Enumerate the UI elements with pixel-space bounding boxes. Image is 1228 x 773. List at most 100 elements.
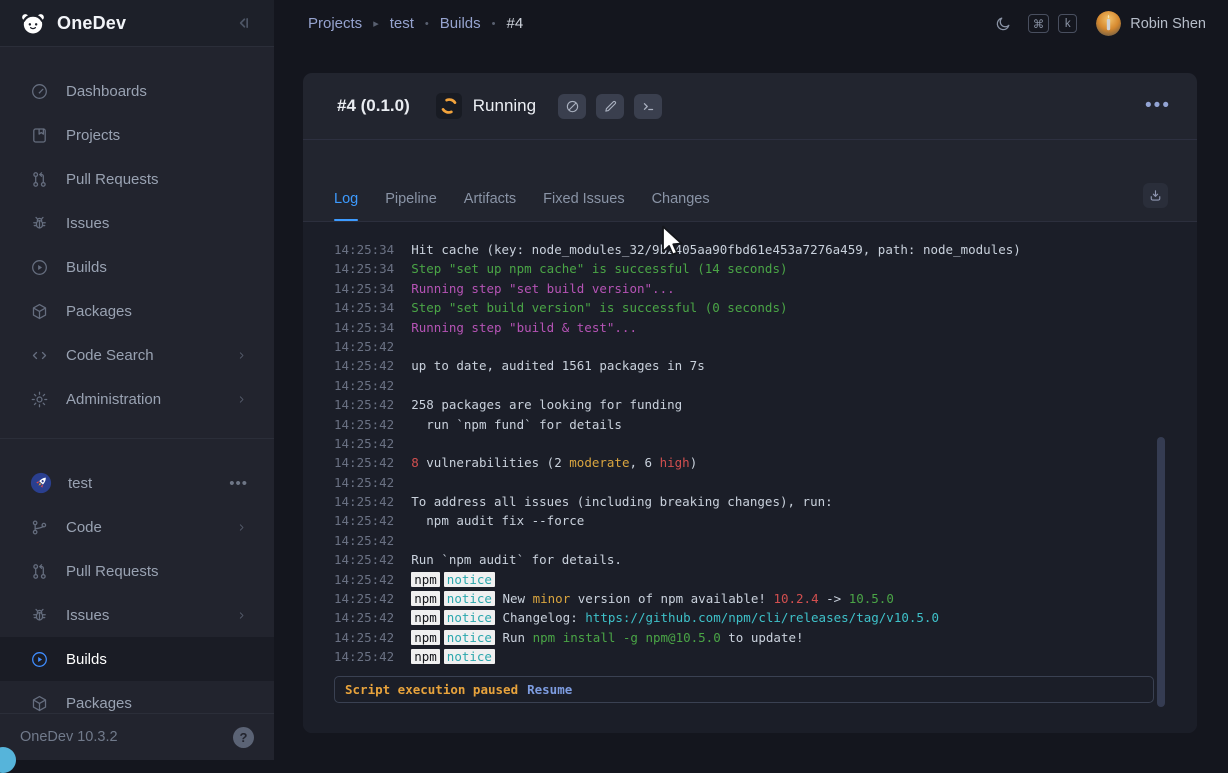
log-message: 258 packages are looking for funding: [411, 395, 682, 414]
log-line: 14:25:42 run `npm fund` for details: [334, 415, 1197, 434]
npm-badge: npm: [411, 572, 440, 587]
log-line: 14:25:42Run `npm audit` for details.: [334, 550, 1197, 569]
app-title: OneDev: [57, 13, 126, 34]
log-message: To address all issues (including breakin…: [411, 492, 832, 511]
book-icon: [30, 126, 49, 145]
sidebar-item-project-pull-requests[interactable]: Pull Requests: [0, 549, 274, 593]
play-circle-icon: [30, 258, 49, 277]
pencil-icon: [603, 99, 618, 114]
breadcrumb-test[interactable]: test: [390, 15, 414, 32]
package-icon: [30, 302, 49, 321]
log-line: 14:25:42npmnotice: [334, 570, 1197, 589]
log-message: npm notice: [411, 647, 495, 666]
breadcrumb-builds[interactable]: Builds: [440, 15, 481, 32]
log-timestamp: 14:25:42: [334, 647, 394, 666]
log-message: npmnotice Run npm install -g npm@10.5.0 …: [411, 628, 803, 647]
notice-badge: notice: [444, 649, 495, 664]
bug-icon: [30, 606, 49, 625]
tab-log[interactable]: Log: [334, 191, 358, 221]
package-icon: [30, 694, 49, 713]
sidebar-item-packages[interactable]: Packages: [0, 289, 274, 333]
log-message: Run `npm audit` for details.: [411, 550, 622, 569]
edit-build-button[interactable]: [596, 94, 624, 119]
log-message: Running step "set build version"...: [411, 279, 674, 298]
download-log-button[interactable]: [1143, 183, 1168, 208]
tab-pipeline[interactable]: Pipeline: [385, 191, 437, 221]
terminal-icon: [641, 99, 656, 114]
sidebar-item-pull-requests[interactable]: Pull Requests: [0, 157, 274, 201]
rocket-avatar: [30, 472, 52, 494]
sidebar: OneDev DashboardsProjectsPull RequestsIs…: [0, 0, 274, 760]
log-timestamp: 14:25:34: [334, 279, 394, 298]
log-message: npm audit fix --force: [411, 511, 584, 530]
breadcrumb-#4: #4: [506, 15, 523, 32]
tab-changes[interactable]: Changes: [652, 191, 710, 221]
paused-text: Script execution paused: [345, 682, 518, 697]
gauge-icon: [30, 82, 49, 101]
log-timestamp: 14:25:42: [334, 531, 394, 550]
sidebar-item-code-search[interactable]: Code Search: [0, 333, 274, 377]
log-line: 14:25:42npmnotice Changelog: https://git…: [334, 608, 1197, 627]
log-line: 14:25:428 vulnerabilities (2 moderate, 6…: [334, 453, 1197, 472]
log-line: 14:25:42: [334, 434, 1197, 453]
sidebar-item-builds[interactable]: Builds: [0, 245, 274, 289]
log-line: 14:25:42To address all issues (including…: [334, 492, 1197, 511]
log-timestamp: 14:25:34: [334, 298, 394, 317]
log-line: 14:25:42: [334, 337, 1197, 356]
log-message: npmnotice: [411, 570, 495, 589]
log-timestamp: 14:25:42: [334, 453, 394, 472]
help-icon[interactable]: ?: [233, 727, 254, 748]
build-status: Running: [473, 96, 536, 116]
log-message: Hit cache (key: node_modules_32/9b2405aa…: [411, 240, 1021, 259]
sidebar-item-project-issues[interactable]: Issues: [0, 593, 274, 637]
more-options-icon[interactable]: •••: [1145, 101, 1171, 111]
breadcrumb-projects[interactable]: Projects: [308, 15, 362, 32]
sidebar-item-project-builds[interactable]: Builds: [0, 637, 274, 681]
dark-mode-icon[interactable]: [994, 15, 1012, 33]
log-timestamp: 14:25:42: [334, 434, 394, 453]
sidebar-item-project-code[interactable]: Code: [0, 505, 274, 549]
npm-badge: npm: [411, 610, 440, 625]
web-terminal-button[interactable]: [634, 94, 662, 119]
project-name: test: [68, 475, 92, 492]
sidebar-item-administration[interactable]: Administration: [0, 377, 274, 421]
project-row[interactable]: test •••: [0, 461, 274, 505]
build-card-header: #4 (0.1.0) Running: [303, 73, 1197, 140]
log-line: 14:25:34Step "set build version" is succ…: [334, 298, 1197, 317]
log-timestamp: 14:25:42: [334, 415, 394, 434]
sidebar-item-label: Issues: [66, 215, 109, 232]
sidebar-item-label: Code Search: [66, 347, 154, 364]
tab-fixed-issues[interactable]: Fixed Issues: [543, 191, 624, 221]
play-circle-icon: [30, 650, 49, 669]
build-card: #4 (0.1.0) Running: [303, 73, 1197, 733]
tab-artifacts[interactable]: Artifacts: [464, 191, 516, 221]
sidebar-item-label: Builds: [66, 651, 107, 668]
bug-icon: [30, 214, 49, 233]
log-message: up to date, audited 1561 packages in 7s: [411, 356, 705, 375]
npm-badge: npm: [411, 649, 440, 664]
topbar-right: ⌘ k Robin Shen: [994, 11, 1206, 36]
cancel-build-button[interactable]: [558, 94, 586, 119]
sidebar-collapse-icon[interactable]: [234, 13, 254, 33]
log-timestamp: 14:25:42: [334, 511, 394, 530]
build-log: 14:25:34 Hit cache (key: node_modules_32/…: [303, 222, 1197, 733]
notice-badge: notice: [444, 610, 495, 625]
npm-badge: npm: [411, 591, 440, 606]
project-more-icon[interactable]: •••: [229, 475, 248, 492]
build-title: #4 (0.1.0): [337, 96, 410, 116]
sidebar-item-label: Code: [66, 519, 102, 536]
log-line: 14:25:42: [334, 376, 1197, 395]
breadcrumb-separator: •: [492, 18, 496, 30]
build-tabs-row: Log Pipeline Artifacts Fixed Issues Changes: [303, 140, 1197, 222]
log-line: 14:25:42: [334, 473, 1197, 492]
log-timestamp: 14:25:34: [334, 318, 394, 337]
log-line: 14:25:34Running step "build & test"...: [334, 318, 1197, 337]
sidebar-item-issues[interactable]: Issues: [0, 201, 274, 245]
chevron-right-icon: [235, 609, 248, 622]
resume-link[interactable]: Resume: [527, 682, 572, 697]
sidebar-item-dashboards[interactable]: Dashboards: [0, 69, 274, 113]
user-menu[interactable]: Robin Shen: [1096, 11, 1206, 36]
sidebar-item-projects[interactable]: Projects: [0, 113, 274, 157]
log-scrollbar[interactable]: [1157, 437, 1165, 707]
gear-icon: [30, 390, 49, 409]
